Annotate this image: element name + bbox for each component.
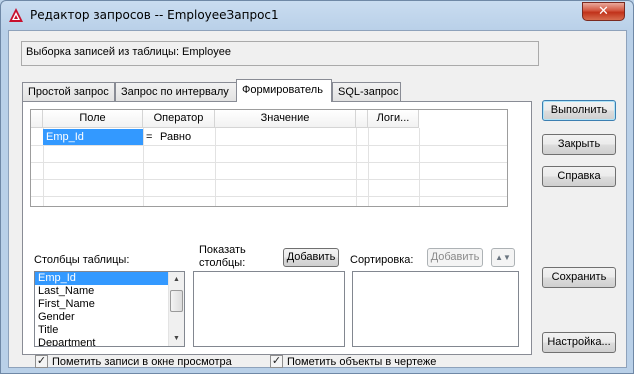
scroll-up-icon[interactable]: ▲	[169, 272, 184, 287]
tab-builder[interactable]: Формирователь	[236, 79, 332, 102]
dialog-body: Выборка записей из таблицы: Employee Про…	[8, 30, 627, 368]
title-bar[interactable]: Редактор запросов -- EmployeeЗапрос1 ✕	[1, 1, 633, 31]
show-columns-label-line1: Показать	[199, 244, 246, 256]
list-item[interactable]: Last_Name	[35, 285, 184, 298]
tab-sql-query[interactable]: SQL-запрос	[332, 82, 401, 101]
grid-header-logic[interactable]: Логи...	[368, 110, 419, 128]
grid-header-operator[interactable]: Оператор	[143, 110, 215, 128]
grid-corner-header	[31, 110, 43, 128]
window-close-button[interactable]: ✕	[582, 2, 625, 21]
mark-drawing-label: Пометить объекты в чертеже	[287, 356, 437, 368]
list-item[interactable]: Department	[35, 337, 184, 346]
sort-columns-list[interactable]	[352, 271, 519, 347]
table-columns-label: Столбцы таблицы:	[34, 254, 130, 266]
sort-label: Сортировка:	[350, 254, 414, 266]
table-info-text: Выборка записей из таблицы: Employee	[26, 46, 231, 58]
criteria-grid[interactable]: Поле Оператор Значение Логи... Emp_Id = …	[30, 109, 508, 207]
show-columns-add-button[interactable]: Добавить	[283, 248, 339, 267]
list-item[interactable]: Gender	[35, 311, 184, 324]
list-item[interactable]: Emp_Id	[35, 272, 184, 285]
grid-header-field[interactable]: Поле	[43, 110, 143, 128]
mark-drawing-checkbox[interactable]: ✓	[270, 355, 283, 368]
tab-label: Простой запрос	[28, 86, 109, 98]
sort-order-toggle-icon[interactable]: ▲▼	[491, 248, 515, 267]
list-item[interactable]: First_Name	[35, 298, 184, 311]
settings-button[interactable]: Настройка...	[542, 332, 616, 353]
app-logo-icon	[9, 8, 23, 22]
grid-cell-operator[interactable]: Равно	[157, 129, 215, 145]
table-columns-list[interactable]: Emp_Id Last_Name First_Name Gender Title…	[34, 271, 185, 347]
tab-label: Запрос по интервалу	[121, 86, 229, 98]
grid-header-spacer	[356, 110, 368, 128]
tab-simple-query[interactable]: Простой запрос	[22, 82, 115, 101]
scroll-down-icon[interactable]: ▼	[169, 331, 184, 346]
window-title: Редактор запросов -- EmployeeЗапрос1	[30, 8, 279, 22]
close-button[interactable]: Закрыть	[542, 134, 616, 155]
mark-preview-checkbox[interactable]: ✓	[35, 355, 48, 368]
show-columns-list[interactable]	[193, 271, 345, 347]
grid-cell-value[interactable]	[215, 129, 356, 145]
help-button[interactable]: Справка	[542, 166, 616, 187]
grid-cell-logic[interactable]	[368, 129, 419, 145]
grid-cell-operator-symbol: =	[146, 131, 153, 143]
grid-header-value[interactable]: Значение	[215, 110, 356, 128]
tab-range-query[interactable]: Запрос по интервалу	[115, 82, 238, 101]
tab-label: SQL-запрос	[338, 86, 399, 98]
show-columns-label-line2: столбцы:	[199, 257, 246, 269]
tab-label: Формирователь	[242, 84, 323, 96]
builder-panel: Поле Оператор Значение Логи... Emp_Id = …	[22, 101, 532, 368]
query-editor-window: Редактор запросов -- EmployeeЗапрос1 ✕ В…	[0, 0, 634, 374]
columns-list-scrollbar[interactable]: ▲ ▼	[168, 272, 184, 346]
scroll-thumb[interactable]	[170, 290, 183, 312]
save-button[interactable]: Сохранить	[542, 267, 616, 288]
grid-cell-field[interactable]: Emp_Id	[43, 129, 143, 145]
sort-add-button[interactable]: Добавить	[427, 248, 483, 267]
mark-preview-label: Пометить записи в окне просмотра	[52, 356, 232, 368]
execute-button[interactable]: Выполнить	[542, 100, 616, 121]
list-item[interactable]: Title	[35, 324, 184, 337]
table-info-box: Выборка записей из таблицы: Employee	[21, 41, 539, 66]
